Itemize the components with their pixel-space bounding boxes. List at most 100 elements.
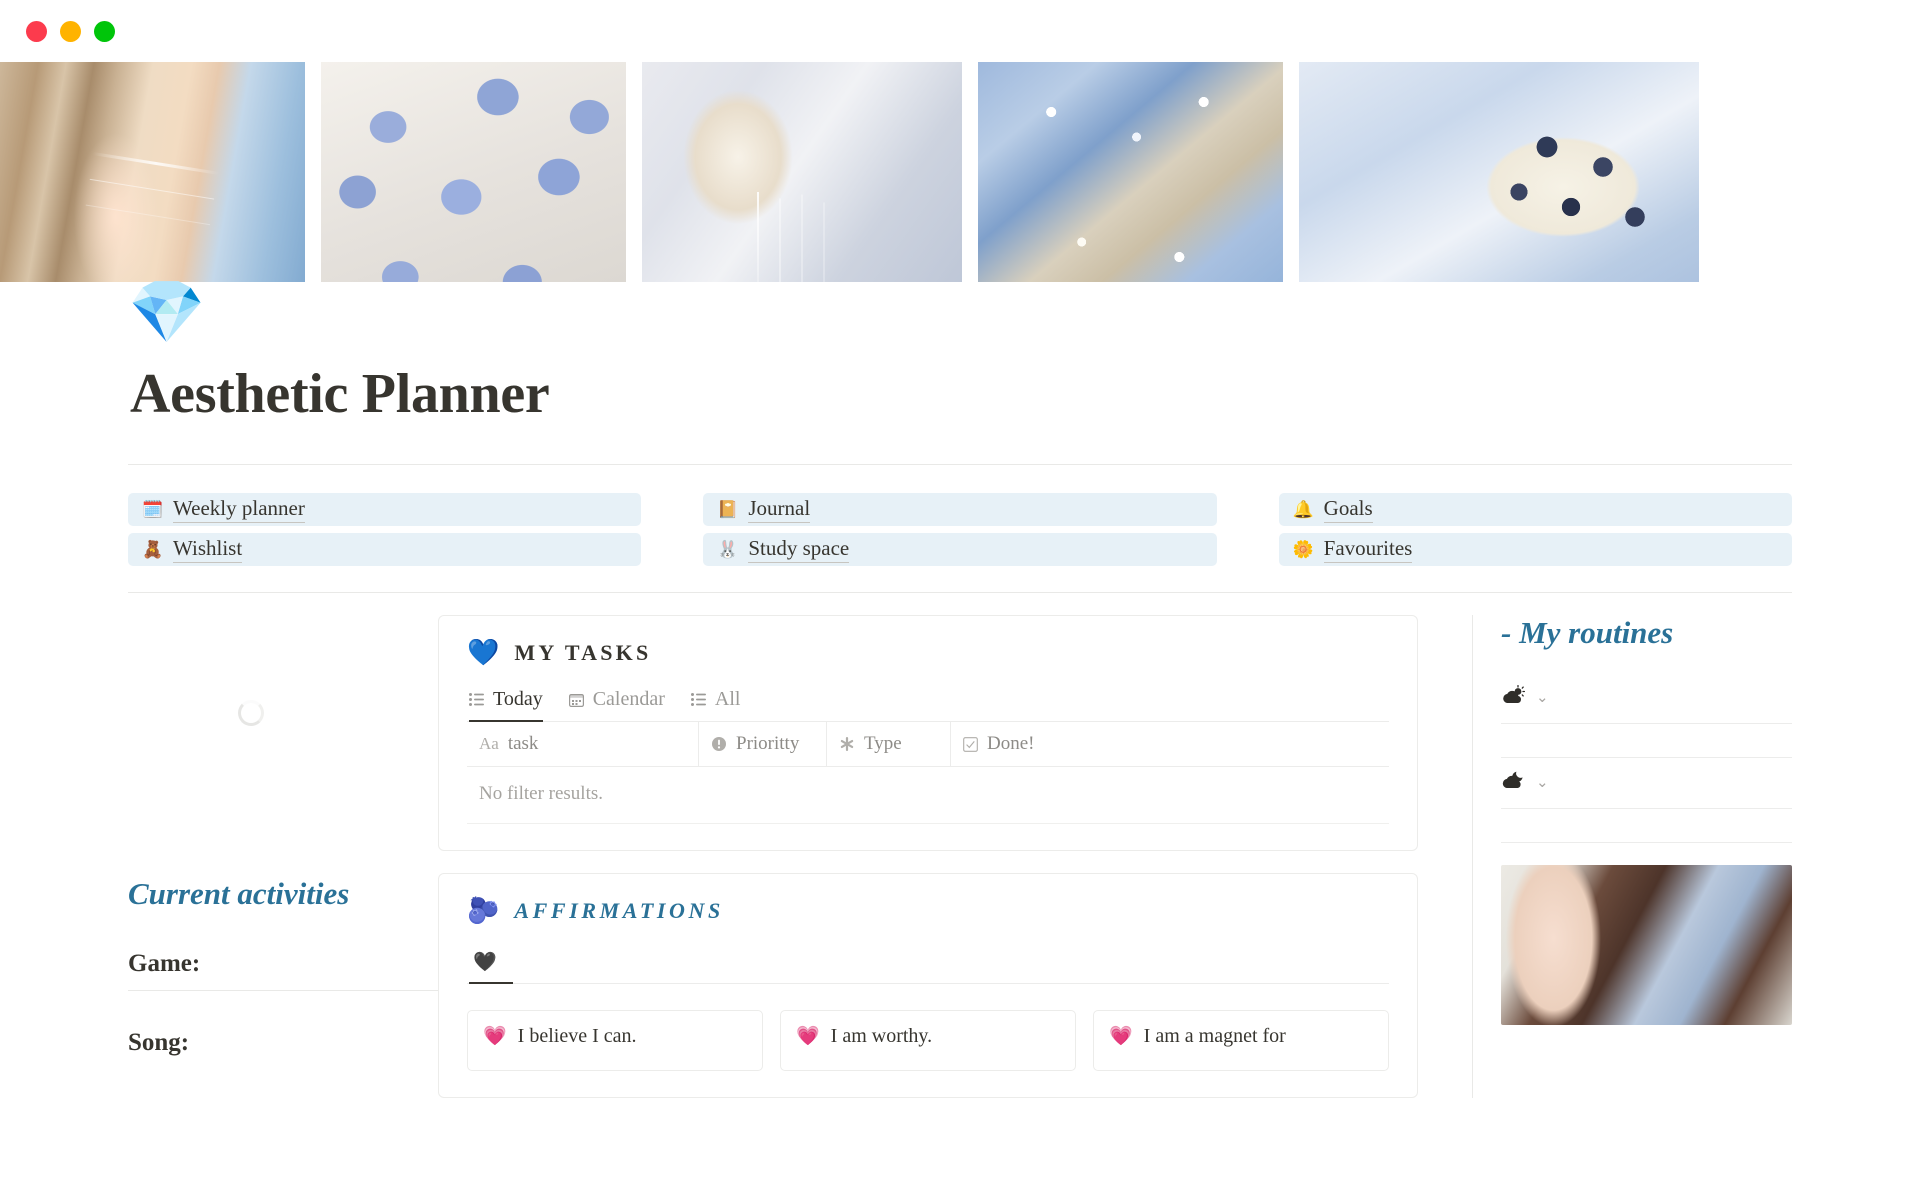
affirmation-text: I believe I can. (517, 1024, 637, 1047)
tab-all[interactable]: All (690, 688, 741, 722)
column-label: Prioritty (736, 733, 800, 754)
teddy-bear-icon: 🧸 (142, 540, 164, 559)
affirmation-text: I am a magnet for (1143, 1024, 1286, 1047)
affirmation-text: I am worthy. (830, 1024, 933, 1047)
growing-heart-icon: 💗 (483, 1026, 507, 1047)
tab-today[interactable]: Today (469, 688, 543, 722)
cover-photo-necklace (0, 62, 305, 312)
quick-links-column-2: 📔 Journal 🐰 Study space (703, 493, 1217, 566)
activity-field-song-label: Song: (128, 1029, 190, 1056)
asterisk-icon (839, 736, 855, 752)
tab-calendar[interactable]: Calendar (568, 688, 665, 722)
cover-photo-cake (1299, 62, 1699, 312)
moon-behind-cloud-icon (1501, 770, 1525, 794)
link-label: Study space (748, 536, 850, 563)
checkbox-icon (963, 736, 978, 752)
routine-item-morning[interactable]: ⌄ (1501, 673, 1792, 724)
calendar-icon (568, 693, 584, 707)
link-goals[interactable]: 🔔 Goals (1278, 493, 1792, 526)
list-icon (469, 693, 484, 706)
close-window-button[interactable] (26, 20, 47, 42)
affirmations-tabs: 🖤 (467, 946, 1389, 984)
link-label: Journal (748, 496, 811, 523)
title-divider (128, 464, 1792, 465)
quick-links-column-3: 🔔 Goals 🌼 Favourites (1278, 493, 1792, 566)
affirmation-item[interactable]: 💗 I believe I can. (467, 1010, 763, 1071)
tab-affirmations-hearts[interactable]: 🖤 (469, 946, 513, 984)
column-header-task[interactable]: Aa task (467, 722, 699, 766)
notebook-icon: 📔 (717, 500, 739, 519)
routine-item-night[interactable]: ⌄ (1501, 758, 1792, 809)
my-tasks-card: 💙 MY TASKS Today Calendar All Aa task Pr… (438, 615, 1418, 851)
blueberries-icon: 🫐 (467, 896, 500, 925)
column-header-type[interactable]: Type (827, 722, 951, 766)
black-heart-icon: 🖤 (473, 952, 497, 973)
column-label: Type (864, 733, 902, 754)
routine-spacer (1501, 724, 1792, 758)
tab-label: Calendar (592, 688, 665, 710)
main-content: Current activities Game: Song: 💙 MY TASK… (128, 615, 1792, 1098)
my-routines-title: - My routines (1501, 615, 1674, 650)
routine-spacer (1501, 809, 1792, 843)
column-header-done[interactable]: Done! (951, 722, 1389, 766)
link-label: Wishlist (173, 536, 243, 563)
text-type-icon: Aa (479, 734, 499, 753)
link-weekly-planner[interactable]: 🗓️ Weekly planner (128, 493, 642, 526)
maximize-window-button[interactable] (94, 20, 115, 42)
tasks-empty-message: No filter results. (467, 767, 1389, 824)
tab-label: All (714, 688, 741, 710)
my-tasks-header: 💙 MY TASKS (467, 640, 1389, 666)
link-study-space[interactable]: 🐰 Study space (703, 533, 1217, 566)
page-body: 💎 Aesthetic Planner 🗓️ Weekly planner 🧸 … (0, 282, 1920, 1098)
link-label: Weekly planner (173, 496, 305, 523)
activity-field-game-label: Game: (128, 950, 201, 977)
my-tasks-tabs: Today Calendar All (467, 688, 1389, 722)
quick-links-column-1: 🗓️ Weekly planner 🧸 Wishlist (128, 493, 642, 566)
links-divider (128, 592, 1792, 593)
current-activities-title: Current activities (128, 876, 350, 911)
tab-label: Today (493, 688, 543, 710)
cover-photo-candles (321, 62, 626, 312)
quick-links: 🗓️ Weekly planner 🧸 Wishlist 📔 Journal 🐰… (128, 493, 1792, 566)
blue-heart-icon: 💙 (467, 638, 500, 667)
affirmation-item[interactable]: 💗 I am a magnet for (1093, 1010, 1389, 1071)
center-column: 💙 MY TASKS Today Calendar All Aa task Pr… (438, 615, 1472, 1098)
activity-divider (128, 990, 438, 991)
cloud-character-icon: 🐰 (717, 540, 739, 559)
minimize-window-button[interactable] (60, 20, 81, 42)
cover-photo-clips (978, 62, 1283, 312)
growing-heart-icon: 💗 (1109, 1026, 1133, 1047)
flower-icon: 🌼 (1292, 540, 1314, 559)
link-label: Goals (1323, 496, 1373, 523)
window-title-bar (0, 0, 1920, 62)
column-header-priority[interactable]: Prioritty (699, 722, 827, 766)
my-tasks-title: MY TASKS (514, 640, 652, 665)
affirmations-header: 🫐 AFFIRMATIONS (467, 898, 1389, 924)
exclamation-circle-icon (711, 736, 727, 752)
affirmation-item[interactable]: 💗 I am worthy. (780, 1010, 1076, 1071)
link-label: Favourites (1323, 536, 1413, 563)
gem-stone-icon: 💎 (128, 279, 206, 347)
calendar-icon: 🗓️ (142, 500, 164, 519)
column-label: task (507, 733, 539, 754)
cover-photo-shell (642, 62, 962, 312)
list-icon (690, 693, 706, 706)
left-column: Current activities Game: Song: (128, 615, 438, 1098)
growing-heart-icon: 💗 (796, 1026, 820, 1047)
chevron-down-icon[interactable]: ⌄ (1536, 773, 1549, 792)
cover-image-strip (0, 62, 1920, 312)
page-title: Aesthetic Planner (130, 363, 550, 425)
chevron-down-icon[interactable]: ⌄ (1536, 688, 1549, 707)
loading-spinner (238, 700, 264, 726)
routines-photo (1501, 865, 1792, 1025)
link-journal[interactable]: 📔 Journal (703, 493, 1217, 526)
right-column: - My routines ⌄ ⌄ (1472, 615, 1792, 1098)
affirmations-card: 🫐 AFFIRMATIONS 🖤 💗 I believe I can. 💗 I … (438, 873, 1418, 1098)
affirmations-title: AFFIRMATIONS (514, 898, 724, 923)
tasks-table-header: Aa task Prioritty Type Done! (467, 722, 1389, 767)
affirmations-list: 💗 I believe I can. 💗 I am worthy. 💗 I am… (467, 1010, 1389, 1071)
link-favourites[interactable]: 🌼 Favourites (1278, 533, 1792, 566)
link-wishlist[interactable]: 🧸 Wishlist (128, 533, 642, 566)
dark-bell-icon: 🔔 (1292, 500, 1314, 519)
sun-behind-cloud-icon (1501, 684, 1526, 709)
